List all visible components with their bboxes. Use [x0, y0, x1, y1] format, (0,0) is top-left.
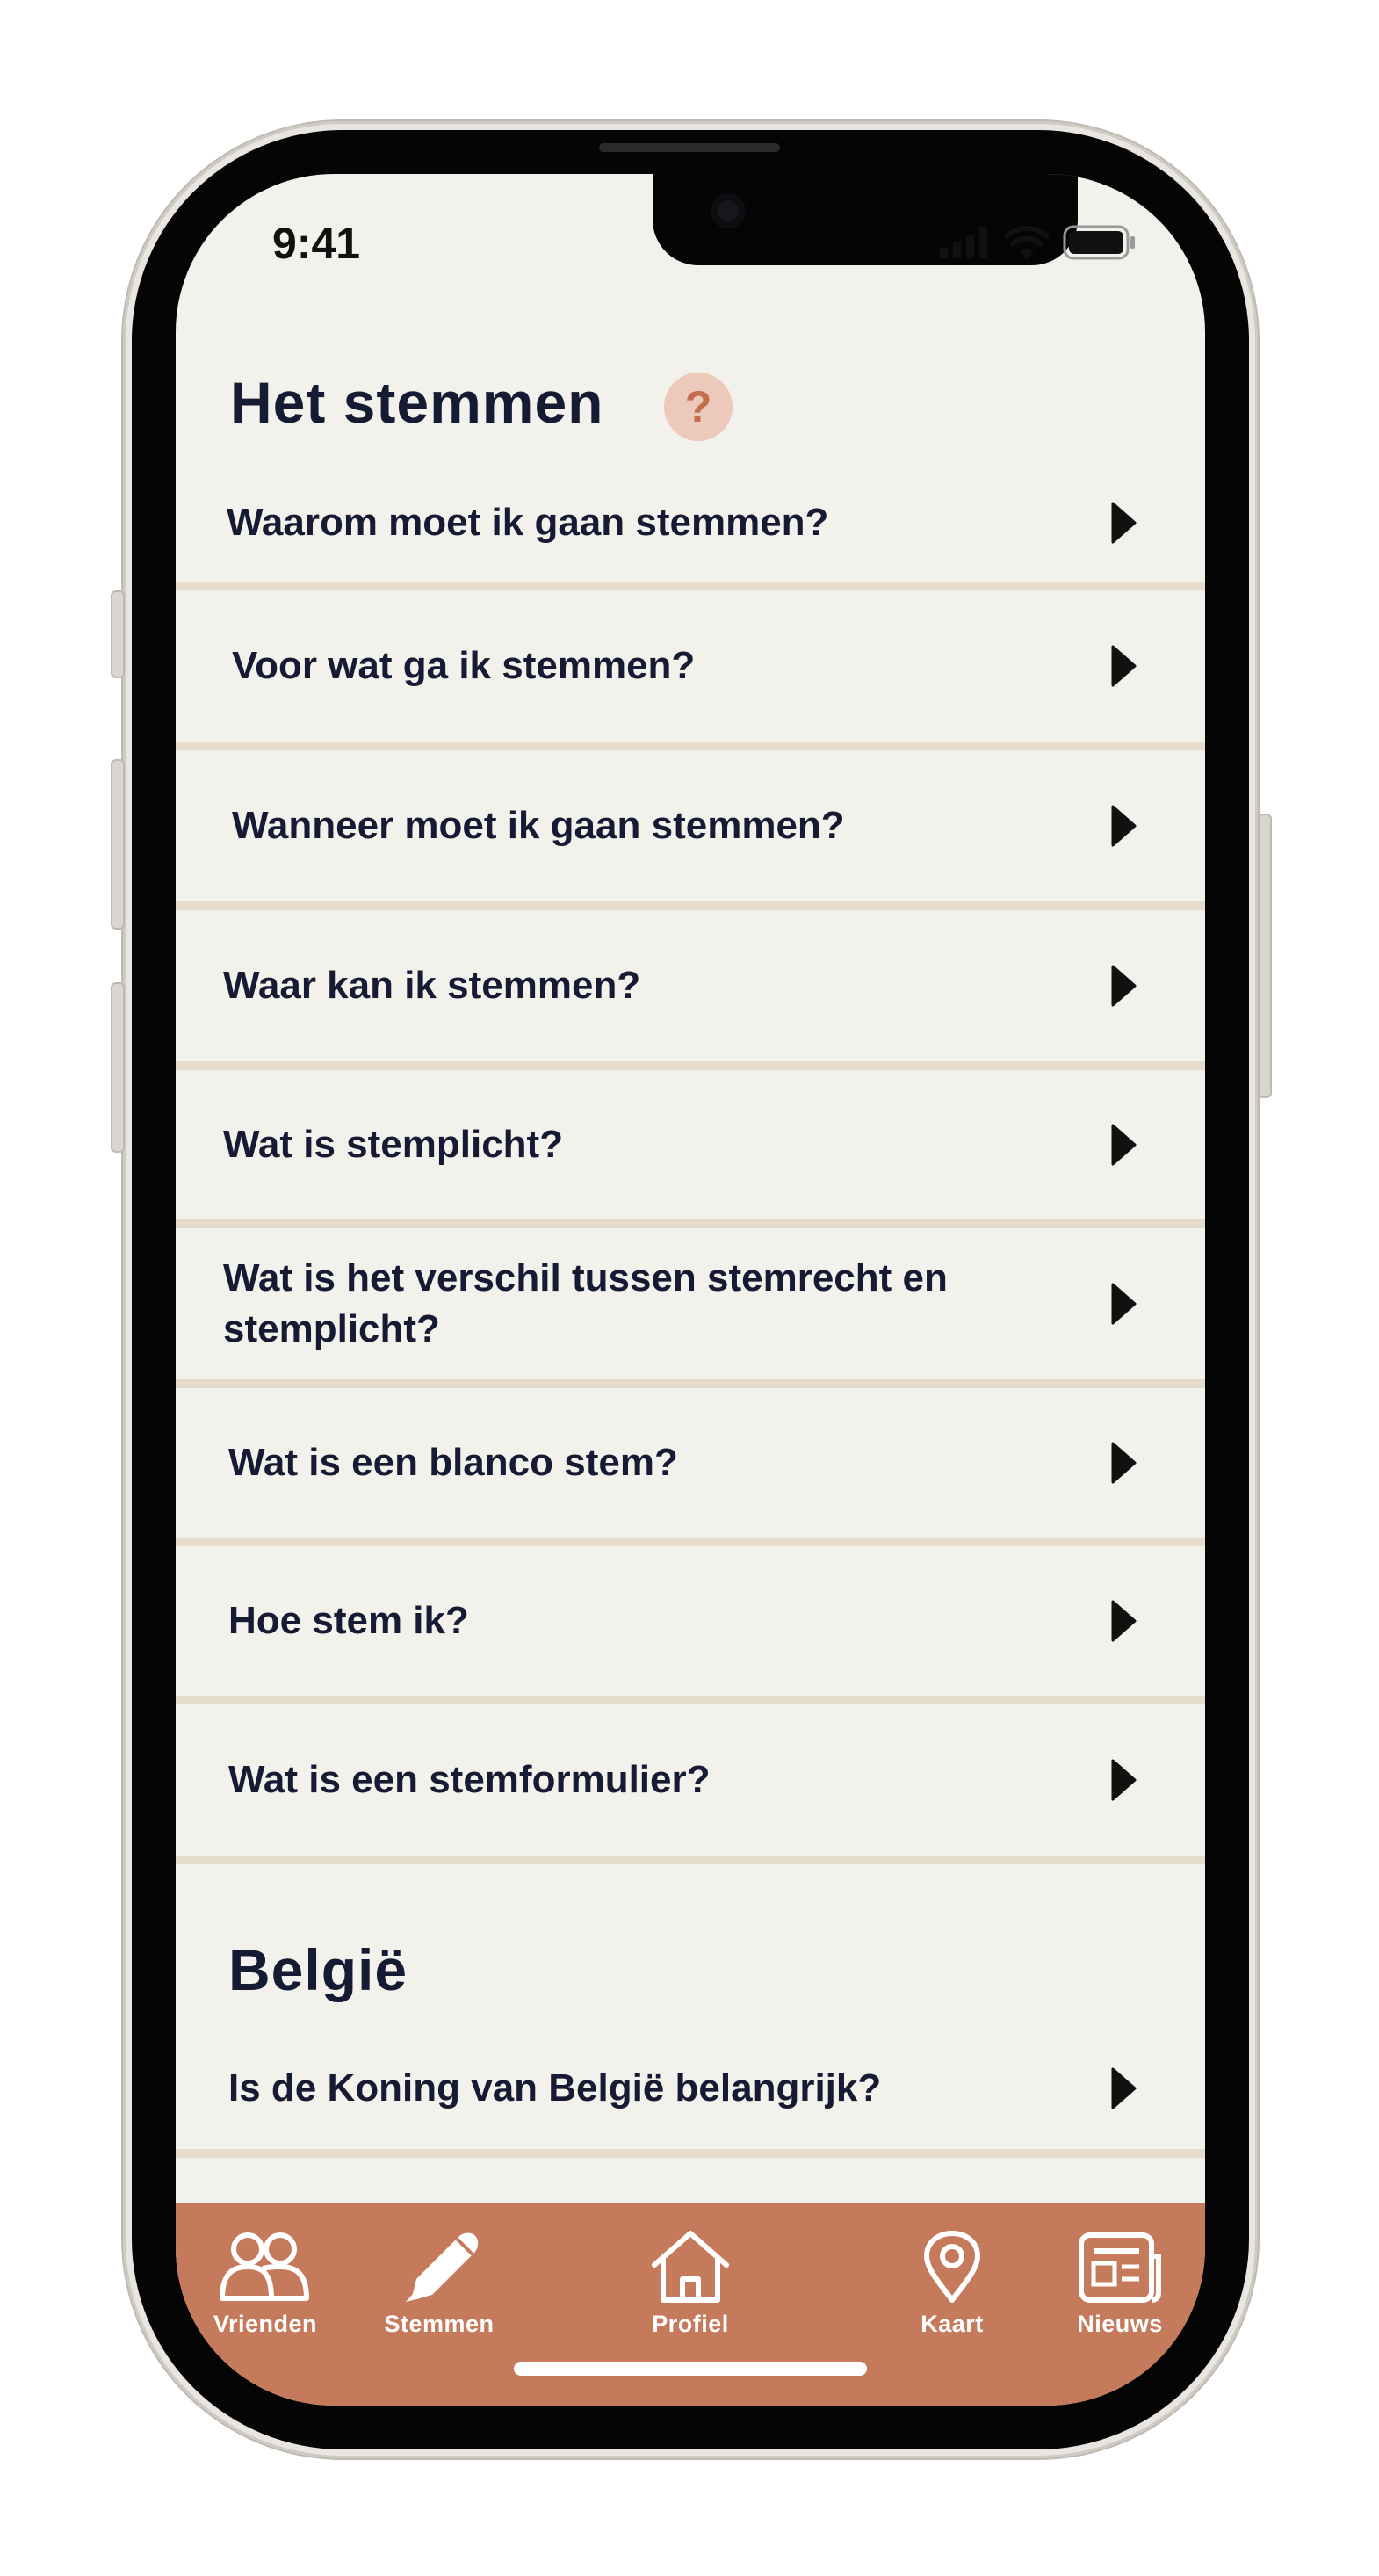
chevron-right-icon	[1111, 805, 1137, 847]
status-time: 9:41	[272, 219, 361, 268]
faq-item-stemplicht[interactable]: Wat is stemplicht?	[176, 1070, 1205, 1228]
help-button[interactable]: ?	[664, 373, 733, 441]
mute-switch	[111, 590, 125, 678]
battery-icon	[1063, 225, 1135, 260]
tab-nieuws[interactable]: Nieuws	[1041, 2230, 1199, 2338]
power-button	[1258, 814, 1272, 1098]
faq-item-waarom-stemmen[interactable]: Waarom moet ik gaan stemmen?	[176, 464, 1205, 590]
chevron-right-icon	[1111, 965, 1137, 1007]
chevron-right-icon	[1111, 1442, 1137, 1484]
faq-item-koning[interactable]: Is de Koning van België belangrijk?	[176, 2028, 1205, 2158]
section-title-belgie: België	[228, 1937, 408, 2002]
home-indicator[interactable]	[514, 2362, 867, 2376]
faq-item-label: Wat is een stemformulier?	[228, 1758, 711, 1801]
tab-label: Vrienden	[213, 2311, 318, 2337]
tab-stemmen[interactable]: Stemmen	[360, 2230, 518, 2338]
chevron-right-icon	[1111, 1759, 1137, 1801]
volume-up-button	[111, 759, 125, 930]
faq-item-label: Hoe stem ik?	[228, 1599, 469, 1642]
faq-item-label: Voor wat ga ik stemmen?	[232, 644, 696, 687]
speaker-grille	[599, 143, 780, 152]
tab-label: Stemmen	[384, 2311, 495, 2337]
faq-item-verschil[interactable]: Wat is het verschil tussen stemrecht en …	[176, 1228, 1205, 1388]
faq-item-label: Waar kan ik stemmen?	[223, 964, 641, 1007]
chevron-right-icon	[1111, 645, 1137, 687]
camera-icon	[711, 193, 746, 228]
faq-item-blanco[interactable]: Wat is een blanco stem?	[176, 1388, 1205, 1546]
tab-label: Kaart	[921, 2311, 984, 2337]
chevron-right-icon	[1111, 1600, 1137, 1642]
pen-icon	[406, 2232, 479, 2302]
section-title-het-stemmen: Het stemmen	[230, 370, 604, 435]
chevron-right-icon	[1111, 502, 1137, 544]
faq-item-label: Waarom moet ik gaan stemmen?	[227, 501, 829, 544]
faq-item-stemformulier[interactable]: Wat is een stemformulier?	[176, 1704, 1205, 1864]
screen: 9:41 Het stemmen ? Waarom moet ik gaan s…	[176, 174, 1205, 2406]
home-icon	[652, 2231, 729, 2303]
chevron-right-icon	[1111, 2067, 1137, 2109]
tab-vrienden[interactable]: Vrienden	[186, 2230, 344, 2338]
map-pin-icon	[924, 2231, 980, 2303]
faq-item-wanneer[interactable]: Wanneer moet ik gaan stemmen?	[176, 750, 1205, 910]
status-icons	[940, 225, 1137, 260]
friends-icon	[220, 2232, 309, 2301]
faq-item-label: Wat is stemplicht?	[223, 1123, 564, 1166]
faq-item-label: Wat is een blanco stem?	[228, 1441, 678, 1484]
faq-item-waar[interactable]: Waar kan ik stemmen?	[176, 910, 1205, 1070]
wifi-icon	[1005, 226, 1049, 259]
tab-profiel[interactable]: Profiel	[611, 2230, 769, 2338]
chevron-right-icon	[1111, 1124, 1137, 1166]
tab-label: Profiel	[652, 2311, 729, 2337]
newspaper-icon	[1079, 2232, 1161, 2303]
faq-item-label: Is de Koning van België belangrijk?	[228, 2066, 882, 2109]
faq-item-hoe-stem[interactable]: Hoe stem ik?	[176, 1546, 1205, 1704]
tab-label: Nieuws	[1077, 2311, 1163, 2337]
volume-down-button	[111, 982, 125, 1153]
tab-kaart[interactable]: Kaart	[873, 2230, 1031, 2338]
faq-item-voor-wat[interactable]: Voor wat ga ik stemmen?	[176, 590, 1205, 750]
cellular-signal-icon	[940, 227, 987, 258]
faq-item-label: Wat is het verschil tussen stemrecht en …	[223, 1256, 948, 1350]
faq-item-label: Wanneer moet ik gaan stemmen?	[232, 804, 845, 847]
chevron-right-icon	[1111, 1283, 1137, 1325]
